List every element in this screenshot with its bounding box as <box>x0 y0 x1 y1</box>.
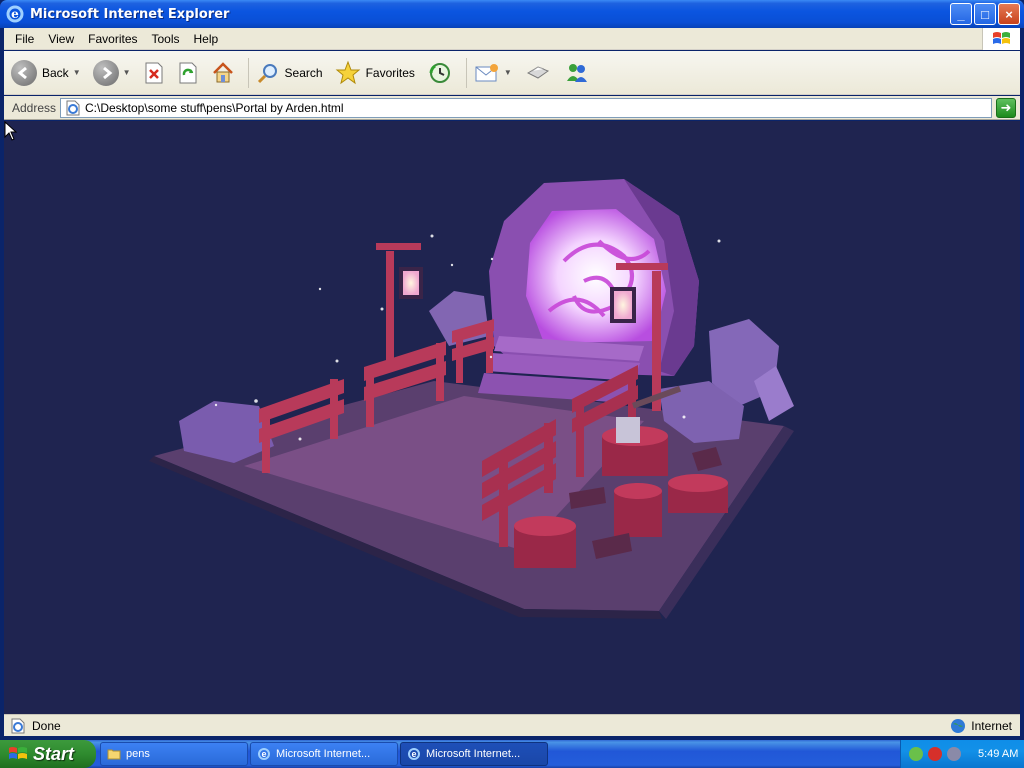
stop-button[interactable] <box>140 55 168 91</box>
lamp-arm-right <box>616 263 668 270</box>
history-button[interactable] <box>424 55 456 91</box>
windows-flag-icon <box>982 28 1020 50</box>
svg-text:e: e <box>261 749 266 759</box>
taskbar-item-pens[interactable]: pens <box>100 742 248 766</box>
stop-icon <box>145 62 163 83</box>
toolbar-separator <box>465 57 467 88</box>
lamp-post-right <box>652 271 661 411</box>
chevron-down-icon[interactable]: ▼ <box>73 68 81 77</box>
security-alert-icon[interactable] <box>928 747 942 761</box>
task-label: Microsoft Internet... <box>276 748 371 760</box>
page-content <box>4 121 1020 714</box>
back-button[interactable]: Back ▼ <box>8 55 84 91</box>
minimize-button[interactable]: _ <box>950 3 972 25</box>
toolbar-separator <box>247 57 249 88</box>
print-button[interactable] <box>521 55 555 91</box>
search-label: Search <box>284 65 323 80</box>
refresh-icon <box>179 62 197 83</box>
start-button[interactable]: Start <box>0 740 96 768</box>
title-bar[interactable]: e Microsoft Internet Explorer _ □ × <box>0 0 1024 28</box>
standard-toolbar: Back ▼ ▼ Search Favorites ▼ <box>4 51 1020 95</box>
taskbar-item-ie-1[interactable]: e Microsoft Internet... <box>250 742 398 766</box>
svg-text:e: e <box>411 749 416 759</box>
ie-icon: e <box>408 748 420 760</box>
network-icon[interactable] <box>909 747 923 761</box>
go-arrow-icon[interactable]: ➜ <box>996 98 1016 118</box>
lamp-left-light <box>403 271 419 295</box>
menu-help[interactable]: Help <box>187 32 226 46</box>
menu-tools[interactable]: Tools <box>145 32 187 46</box>
back-arrow-icon <box>11 59 37 86</box>
status-bar: Done Internet <box>4 714 1020 736</box>
mouse-cursor-icon <box>4 121 18 141</box>
menu-view[interactable]: View <box>41 32 81 46</box>
page-icon <box>66 100 80 116</box>
chevron-down-icon[interactable]: ▼ <box>504 68 512 77</box>
menu-file[interactable]: File <box>8 32 41 46</box>
start-label: Start <box>33 743 75 764</box>
lamp-arm-left <box>376 243 421 250</box>
task-label: pens <box>126 748 150 760</box>
portal-scene-illustration <box>149 179 794 619</box>
browser-window: e Microsoft Internet Explorer _ □ × File… <box>0 0 1024 740</box>
address-label: Address <box>12 100 57 115</box>
lamp-right-light <box>614 291 632 319</box>
history-icon <box>429 62 450 83</box>
home-button[interactable] <box>208 55 238 91</box>
clock: 5:49 AM <box>978 748 1019 760</box>
task-label: Microsoft Internet... <box>426 748 521 760</box>
close-button[interactable]: × <box>998 3 1020 25</box>
star-icon <box>335 60 360 84</box>
menu-favorites[interactable]: Favorites <box>81 32 144 46</box>
globe-icon <box>951 719 966 733</box>
messenger-icon <box>566 63 587 82</box>
messenger-button[interactable] <box>561 55 593 91</box>
ie-icon: e <box>6 5 24 23</box>
search-icon <box>257 63 277 83</box>
print-icon <box>526 65 549 79</box>
system-tray: 5:49 AM <box>900 740 1024 768</box>
volume-icon[interactable] <box>947 747 961 761</box>
page-icon <box>11 718 25 733</box>
svg-text:e: e <box>11 7 19 21</box>
address-bar: Address C:\Desktop\some stuff\pens\Porta… <box>4 96 1020 120</box>
windows-logo-icon <box>9 747 27 759</box>
address-input[interactable]: C:\Desktop\some stuff\pens\Portal by Ard… <box>60 98 992 118</box>
ie-icon: e <box>258 748 270 760</box>
mail-button[interactable]: ▼ <box>471 55 515 91</box>
status-text: Done <box>32 718 61 733</box>
back-label: Back <box>42 65 69 80</box>
mail-icon <box>475 63 498 81</box>
zone-label: Internet <box>971 719 1012 733</box>
forward-button[interactable]: ▼ <box>90 55 134 91</box>
taskbar: Start pens e Microsoft Internet... e Mic… <box>0 740 1024 768</box>
chevron-down-icon[interactable]: ▼ <box>123 68 131 77</box>
refresh-button[interactable] <box>174 55 202 91</box>
favorites-button[interactable]: Favorites <box>332 55 418 91</box>
forward-arrow-icon <box>92 59 119 86</box>
favorites-label: Favorites <box>365 65 415 80</box>
menu-bar: File View Favorites Tools Help <box>4 28 1020 50</box>
window-title: Microsoft Internet Explorer <box>30 6 230 22</box>
taskbar-item-ie-2[interactable]: e Microsoft Internet... <box>400 742 548 766</box>
search-button[interactable]: Search <box>253 55 326 91</box>
home-icon <box>212 61 233 82</box>
axe-blade <box>616 417 640 443</box>
security-zone[interactable]: Internet <box>950 718 1012 734</box>
maximize-button[interactable]: □ <box>974 3 996 25</box>
address-url: C:\Desktop\some stuff\pens\Portal by Ard… <box>85 101 344 115</box>
folder-icon <box>107 749 121 760</box>
lamp-post-left <box>386 251 394 371</box>
